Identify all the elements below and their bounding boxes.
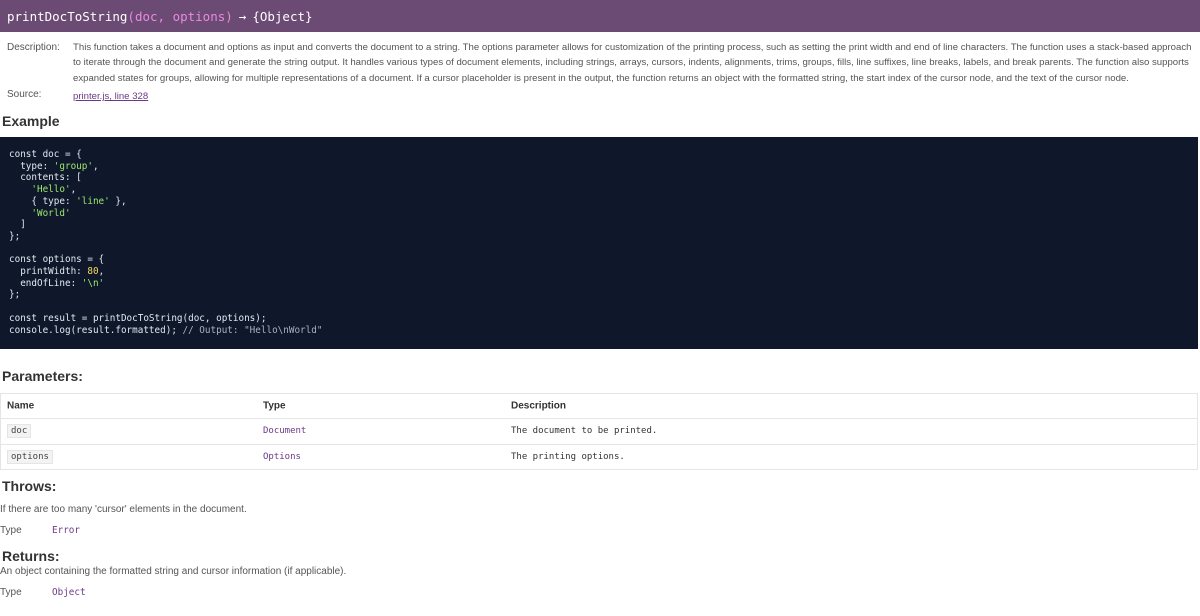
returns-type-value: Object	[52, 587, 86, 598]
param-name: doc	[7, 424, 32, 439]
throws-title: Throws:	[2, 478, 57, 494]
source-label: Source:	[7, 89, 42, 100]
param-description: The printing options.	[511, 451, 625, 462]
return-arrow-icon: →	[238, 8, 247, 24]
throws-text: If there are too many 'cursor' elements …	[0, 504, 247, 515]
parameters-title: Parameters:	[2, 368, 83, 384]
param-name: options	[7, 449, 53, 464]
header-description: Description	[511, 400, 567, 412]
header-name: Name	[7, 400, 35, 412]
throws-type-label: Type	[0, 525, 22, 536]
function-name: printDocToString	[7, 8, 128, 24]
table-row: doc Document The document to be printed.	[1, 419, 1197, 445]
source-link[interactable]: printer.js, line 328	[73, 89, 148, 104]
returns-title: Returns:	[2, 548, 60, 564]
param-description: The document to be printed.	[511, 426, 658, 437]
param-type-link[interactable]: Document	[263, 426, 306, 436]
details-section: Description: This function takes a docum…	[0, 32, 1200, 104]
table-row: options Options The printing options.	[1, 445, 1197, 470]
code-line: const doc = { type: 'group', contents: […	[9, 149, 323, 336]
description-text: This function takes a document and optio…	[73, 42, 1192, 84]
parameters-table: Name Type Description doc Document The d…	[0, 393, 1198, 470]
description-label: Description:	[7, 42, 60, 53]
returns-text: An object containing the formatted strin…	[0, 566, 347, 577]
function-signature-header: printDocToString (doc, options) → {Object}	[0, 0, 1200, 32]
returns-type-label: Type	[0, 587, 22, 598]
table-header-row: Name Type Description	[1, 394, 1197, 419]
example-code-block: const doc = { type: 'group', contents: […	[0, 137, 1198, 349]
return-type: {Object}	[252, 8, 313, 24]
header-type: Type	[263, 400, 286, 412]
param-type-link[interactable]: Options	[263, 452, 301, 462]
function-params: (doc, options)	[127, 8, 233, 24]
example-title: Example	[2, 113, 60, 129]
throws-type-value: Error	[52, 525, 80, 536]
